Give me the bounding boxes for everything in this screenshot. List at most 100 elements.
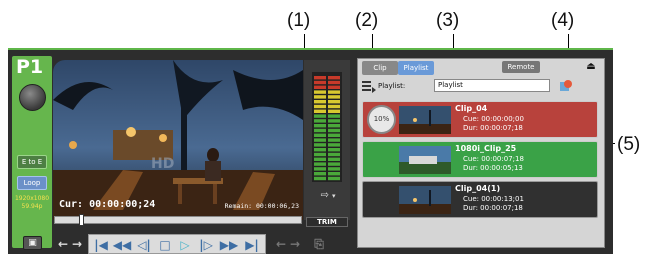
playlist-clip-item[interactable]: 1080i_Clip_25 Cue: 00:00:07;18 Dur: 00:0… [362,141,598,178]
rewind-button[interactable]: ◀◀ [111,235,133,254]
meter-segment [328,152,340,157]
audio-meter-panel: ⇨ ▾ [304,60,350,220]
meter-segment [328,114,340,118]
meter-segment [328,143,340,147]
play-icon: ▷ [180,238,190,252]
mark-out-button[interactable]: → [70,234,84,254]
remote-button[interactable]: Remote [502,61,540,73]
e-to-e-button[interactable]: E to E [17,155,47,169]
meter-segment [314,109,326,113]
fast-forward-button[interactable]: ▶▶ [217,235,241,254]
lock-button[interactable]: ▣ [23,236,42,250]
meter-segment [314,119,326,123]
previous-clip-button[interactable]: ← [274,234,288,254]
meter-segment [328,80,340,85]
clip-progress-indicator: 10% [367,105,396,134]
meter-segment [328,128,340,133]
video-frame: HD [53,60,303,220]
format-resolution: 1920x1080 [14,195,50,202]
meter-segment [328,124,340,128]
meter-segment [328,100,340,104]
play-button[interactable]: ▷ [175,235,195,254]
audio-output-button[interactable]: ⇨ ▾ [310,190,346,202]
playlist-label: Playlist: [378,82,406,90]
callout-1: (1) [287,10,311,31]
meter-segment [314,114,326,118]
meter-segment [314,95,326,99]
trim-button[interactable]: TRIM [306,217,348,227]
clip-name: 1080i_Clip_25 [455,144,517,153]
stop-icon: □ [159,238,171,252]
go-to-end-icon: ▶| [245,238,259,252]
meter-segment [314,176,326,181]
remaining-timecode: Remain: 00:00:06,23 [224,202,299,210]
tab-playlist[interactable]: Playlist [398,61,434,75]
meter-segment [328,167,340,171]
mark-in-button[interactable]: ← [56,234,70,254]
playback-button-group: |◀ ◀◀ ◁| □ ▷ |▷ ▶▶ ▶| [88,234,266,254]
link-icon: ⎘ [314,237,324,251]
meter-segment [314,124,326,128]
meter-segment [314,104,326,109]
rewind-icon: ◀◀ [112,238,132,252]
chevron-down-icon: ▾ [332,192,336,200]
previous-clip-icon: ← [275,237,287,251]
step-back-icon: ◁| [137,238,151,252]
add-to-playlist-icon[interactable] [558,79,572,93]
callout-5: (5) [617,134,641,155]
clip-name: Clip_04(1) [455,184,501,193]
step-forward-icon: |▷ [199,238,213,252]
playlist-clip-item[interactable]: Clip_04(1) Cue: 00:00:13;01 Dur: 00:00:0… [362,181,598,218]
link-button[interactable]: ⎘ [310,234,328,254]
meter-segment [314,90,326,94]
meter-segment [328,176,340,181]
video-viewer[interactable]: HD Cur: 00:00:00;24 Remain: 00:00:06,23 [53,60,303,220]
arrow-right-icon: ⇨ [320,190,329,201]
meter-segment [314,152,326,157]
clip-thumbnail [399,146,451,174]
meter-segment [314,133,326,137]
clip-thumbnail [399,106,451,134]
meter-segment [328,138,340,142]
eject-icon: ⏏ [586,61,596,72]
timeline-scrubber[interactable] [54,214,302,226]
meter-segment [328,109,340,113]
stop-button[interactable]: □ [155,235,175,254]
go-to-start-button[interactable]: |◀ [91,235,111,254]
mark-out-icon: → [71,237,83,251]
clip-duration: Dur: 00:00:07;18 [463,204,523,212]
meter-segment [314,128,326,133]
meter-segment [314,143,326,147]
playlist-clip-item[interactable]: 10% Clip_04 Cue: 00:00:00;00 Dur: 00:00:… [362,101,598,138]
tab-clip[interactable]: Clip [362,61,398,75]
callout-3: (3) [436,10,460,31]
channel-strip: P1 E to E Loop 1920x1080 59.94p ▣ [12,56,52,250]
meter-segment [328,157,340,161]
playlist-list-icon[interactable] [362,81,376,93]
current-timecode: Cur: 00:00:00;24 [59,199,156,210]
step-forward-button[interactable]: |▷ [195,235,217,254]
clip-duration: Dur: 00:00:05;13 [463,164,523,172]
clip-thumbnail [399,186,451,214]
meter-segment [314,172,326,176]
loop-button[interactable]: Loop [17,176,47,190]
clip-cue: Cue: 00:00:00;00 [463,115,524,123]
meter-segment [314,85,326,89]
fast-forward-icon: ▶▶ [219,238,239,252]
meter-segment [328,85,340,89]
playlist-name-field[interactable]: Playlist [434,79,550,92]
next-clip-button[interactable]: → [288,234,302,254]
format-label: 1920x1080 59.94p [12,195,52,211]
callout-4: (4) [551,10,575,31]
playhead-handle[interactable] [79,214,84,226]
eject-button[interactable]: ⏏ [584,61,598,73]
meter-segment [314,157,326,161]
meter-segment [328,119,340,123]
jog-knob[interactable] [19,84,46,111]
step-back-button[interactable]: ◁| [133,235,155,254]
go-to-end-button[interactable]: ▶| [241,235,263,254]
lock-icon: ▣ [28,238,37,248]
callout-2: (2) [355,10,379,31]
meter-segment [314,148,326,152]
meter-segment [328,133,340,137]
